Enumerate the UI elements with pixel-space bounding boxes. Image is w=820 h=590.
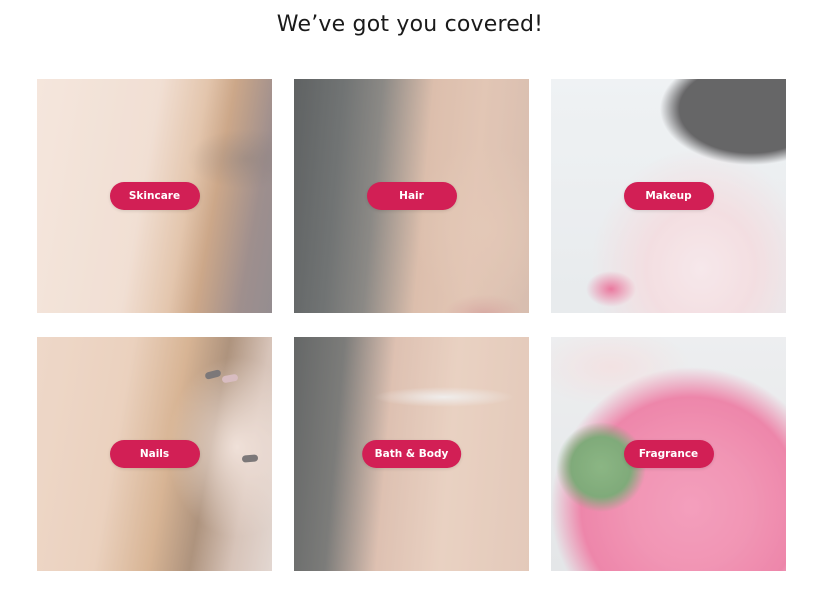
category-section: We’ve got you covered! Skincare Hair Mak… <box>0 0 820 590</box>
row-divider <box>551 313 786 337</box>
row-divider <box>294 313 529 337</box>
category-tile-hair[interactable]: Hair <box>294 79 529 313</box>
makeup-button[interactable]: Makeup <box>623 182 714 210</box>
nails-button[interactable]: Nails <box>109 440 200 468</box>
category-tile-fragrance[interactable]: Fragrance <box>551 337 786 571</box>
hair-button[interactable]: Hair <box>366 182 457 210</box>
bath-body-button[interactable]: Bath & Body <box>361 440 462 468</box>
category-tile-makeup[interactable]: Makeup <box>551 79 786 313</box>
fragrance-button[interactable]: Fragrance <box>623 440 714 468</box>
category-tile-bath-body[interactable]: Bath & Body <box>294 337 529 571</box>
category-tile-nails[interactable]: Nails <box>37 337 272 571</box>
category-tile-skincare[interactable]: Skincare <box>37 79 272 313</box>
skincare-button[interactable]: Skincare <box>109 182 200 210</box>
row-divider <box>37 313 272 337</box>
section-heading: We’ve got you covered! <box>276 12 544 37</box>
